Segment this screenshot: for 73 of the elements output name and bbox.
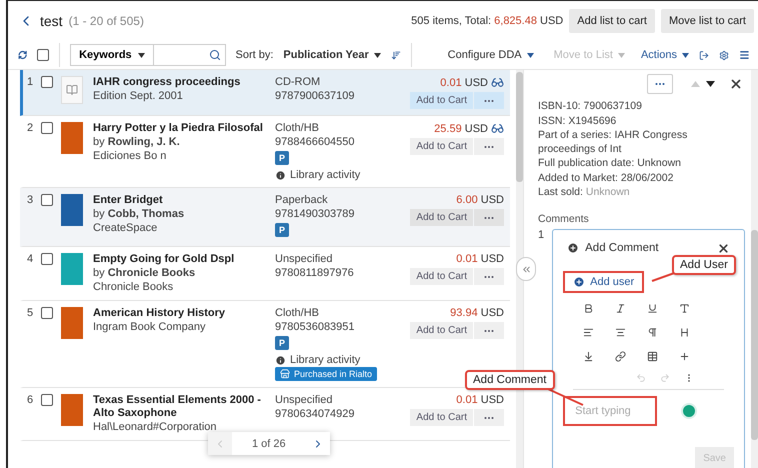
callout-label: Add Comment	[465, 370, 555, 390]
book-format: Cloth/HB	[275, 122, 320, 135]
result-row[interactable]: 1 IAHR congress proceedings Edition Sept. 2001 CD-ROM 9787900637109 0.01 USD Add to Cart	[20, 70, 510, 116]
book-price: 6.00 USD	[456, 194, 504, 206]
add-to-cart-button[interactable]: Add to Cart	[410, 209, 473, 226]
book-publisher: Ediciones Bo n	[93, 150, 166, 163]
add-user-link[interactable]: Add user	[573, 276, 634, 288]
library-activity: Library activity	[275, 169, 360, 181]
list-cart-button[interactable]: Add list to cart	[569, 9, 655, 33]
row-number: 6	[27, 394, 34, 408]
book-title: Empty Going for Gold Dspl	[93, 253, 234, 266]
book-title: Texas Essential Elements 2000 - Alto Saxophone	[93, 394, 262, 420]
book-isbn: 9780634074929	[275, 408, 355, 421]
book-author: Hal\Leonard#Corporation	[93, 421, 217, 434]
list-cart-button[interactable]: Move list to cart	[660, 9, 754, 33]
row-number: 4	[27, 253, 34, 267]
row-number: 3	[27, 194, 34, 208]
book-isbn: 9788466604550	[275, 136, 355, 149]
book-price: 25.59 USD	[434, 122, 504, 135]
book-format: Unspecified	[275, 253, 332, 266]
book-publisher: CreateSpace	[93, 222, 158, 235]
book-isbn: 9781490303789	[275, 208, 355, 221]
format-badge: P	[275, 223, 290, 237]
detail-line: Full publication date: Unknown	[538, 157, 682, 170]
detail-line: ISSN: X1945696	[538, 114, 618, 128]
row-number: 5	[27, 307, 34, 321]
book-price: 0.01 USD	[456, 253, 504, 265]
book-title: Harry Potter y la Piedra Filosofal	[93, 122, 263, 135]
book-price: 0.01 USD	[440, 76, 504, 89]
book-author: Ingram Book Company	[93, 321, 206, 334]
result-row[interactable]: 3 Enter Bridget by Cobb, Thomas CreateSpace Paperback 9781490303789 P 6.00 USD Add to Cart	[20, 188, 510, 247]
detail-line: Part of a series: IAHR Congress proceedings of Int	[538, 129, 688, 156]
detail-line: Added to Market: 28/06/2002	[538, 172, 674, 185]
purchased-tag: Purchased in Rialto	[275, 367, 378, 381]
book-isbn: 9787900637109	[275, 90, 355, 103]
row-number: 1	[27, 76, 34, 90]
book-price: 0.01 USD	[456, 394, 504, 406]
detail-line: Last sold: Unknown	[538, 186, 631, 200]
book-title: American History History	[93, 307, 226, 320]
book-price: 93.94 USD	[450, 307, 504, 319]
book-isbn: 9780811897976	[275, 267, 354, 280]
book-publisher: Chronicle Books	[93, 281, 174, 294]
book-format: Unspecified	[275, 394, 332, 407]
add-to-cart-button[interactable]: Add to Cart	[410, 409, 473, 426]
book-author: by Cobb, Thomas	[93, 208, 184, 221]
list-title: test	[40, 13, 63, 29]
add-to-cart-button[interactable]: Add to Cart	[410, 138, 473, 155]
book-format: CD-ROM	[275, 76, 320, 89]
book-isbn: 9780536083951	[275, 321, 355, 334]
book-title: Enter Bridget	[93, 194, 163, 207]
sort-label: Sort by:	[236, 49, 274, 61]
configure-dda-dropdown[interactable]: Configure DDA	[448, 49, 534, 61]
add-to-cart-button[interactable]: Add to Cart	[410, 322, 473, 339]
list-total: 505 items, Total: 6,825.48 USD	[411, 15, 564, 27]
book-title: IAHR congress proceedings	[93, 76, 240, 89]
book-author: by Rowling, J. K.	[93, 136, 180, 149]
format-badge: P	[275, 151, 290, 165]
book-author: Edition Sept. 2001	[93, 90, 183, 103]
add-comment-title: Add Comment	[567, 242, 659, 254]
add-to-cart-button[interactable]: Add to Cart	[410, 268, 473, 285]
detail-line: ISBN-10: 7900637109	[538, 100, 643, 114]
format-badge: P	[275, 336, 290, 350]
actions-dropdown[interactable]: Actions	[640, 49, 690, 61]
result-range: (1 - 20 of 505)	[68, 14, 144, 28]
add-to-cart-button[interactable]: Add to Cart	[410, 92, 473, 109]
book-format: Paperback	[275, 194, 328, 207]
library-activity: Library activity	[275, 354, 360, 366]
comments-heading: Comments	[538, 212, 590, 224]
book-format: Cloth/HB	[275, 307, 320, 320]
sort-dropdown[interactable]: Publication Year	[283, 49, 381, 61]
book-author: by Chronicle Books	[93, 267, 196, 280]
row-number: 2	[27, 122, 34, 136]
callout-label: Add User	[672, 255, 736, 275]
